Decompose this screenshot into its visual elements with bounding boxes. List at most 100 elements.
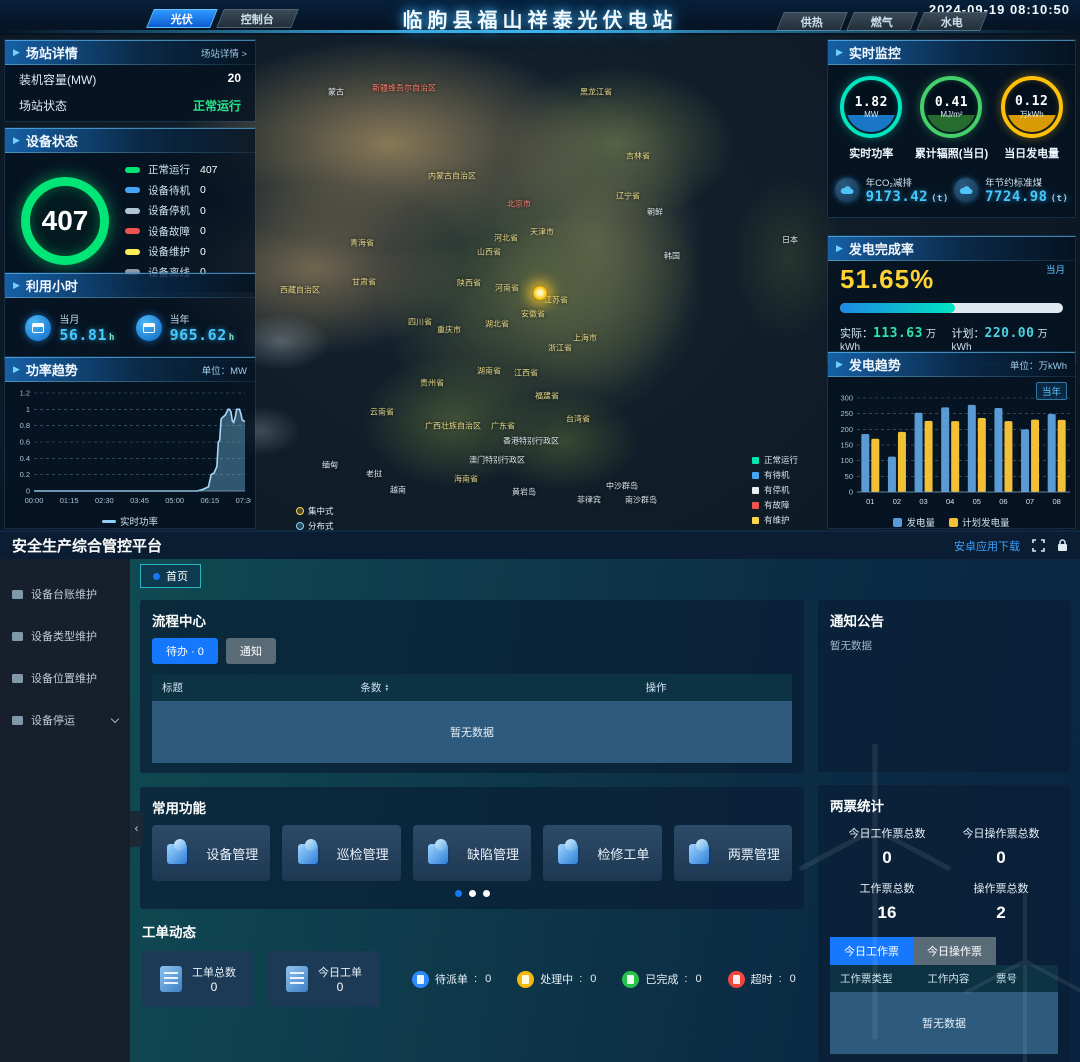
tab-home[interactable]: 首页 <box>140 564 201 588</box>
device-icon <box>12 674 23 683</box>
tab-photovoltaic[interactable]: 光伏 <box>146 9 218 28</box>
map-legend-item: 有待机 <box>752 469 798 481</box>
tab-gas[interactable]: 燃气 <box>846 12 918 31</box>
toggle-centralized[interactable]: 集中式 <box>296 505 334 517</box>
map-label: 北京市 <box>507 199 531 210</box>
map-label: 福建省 <box>535 391 559 402</box>
solar-dashboard: 蒙古新疆维吾尔自治区黑龙江省吉林省辽宁省内蒙古自治区北京市天津市河北省山西省青海… <box>0 0 1080 530</box>
map-label: 上海市 <box>573 333 597 344</box>
power-trend-panel: ▶功率趋势 单位：MW 00.20.40.60.811.200:0001:150… <box>5 357 255 528</box>
period-chip[interactable]: 当年 <box>1036 382 1067 400</box>
two-ticket-stats-card: 两票统计 今日工作票总数 今日操作票总数 0 0 工作票总数 操作票总数 16 … <box>818 785 1070 1062</box>
legend-item: 设备故障0 <box>125 224 245 239</box>
distributed-icon <box>296 522 304 530</box>
device-total-ring: 407 <box>21 177 109 265</box>
legend-item: 正常运行407 <box>125 162 245 177</box>
generation-trend-chart: 0501001502002503000102030405060708 <box>830 392 1074 508</box>
page-title: 临朐县福山祥泰光伏电站 <box>403 4 678 33</box>
process-center-card: 流程中心 待办 · 0 通知 标题 条数▲▼ 操作 暂无数据 <box>140 600 804 773</box>
station-status-row: 场站状态正常运行 <box>5 95 255 121</box>
svg-text:07:30: 07:30 <box>236 496 251 505</box>
svg-text:0.8: 0.8 <box>20 421 30 430</box>
gauge-realtime-power: 1.82MW 实时功率 <box>840 76 902 161</box>
platform-title: 安全生产综合管控平台 <box>12 535 162 556</box>
gauge-daily-generation: 0.12万kWh 当日发电量 <box>1001 76 1063 161</box>
svg-text:100: 100 <box>840 456 853 465</box>
notice-empty-state: 暂无数据 <box>830 638 1058 653</box>
legend-realtime-power[interactable]: 实时功率 <box>102 514 158 528</box>
coal-saving-stat: 年节约标准煤 7724.98(t) <box>954 175 1068 205</box>
completion-rate-panel: ▶发电完成率 当月 51.65% 实际：113.63 万kWh 计划：220.0… <box>828 236 1075 363</box>
process-table-header: 标题 条数▲▼ 操作 <box>152 674 792 701</box>
year-hours: 当年 965.62h <box>136 311 235 344</box>
map-label: 江西省 <box>514 368 538 379</box>
map-label: 韩国 <box>664 251 680 262</box>
sidebar-item-device-type[interactable]: 设备类型维护 <box>0 615 130 657</box>
period-chip[interactable]: 当月 <box>1046 262 1065 276</box>
cloud-icon <box>835 178 859 202</box>
notice-card: 通知公告 暂无数据 <box>818 600 1070 772</box>
status-pending-dispatch: 待派单:0 <box>412 971 491 988</box>
map-status-legend: 正常运行 有待机 有停机 有故障 有维护 有离线 <box>752 454 798 530</box>
map-label: 云南省 <box>370 407 394 418</box>
map-label: 辽宁省 <box>616 191 640 202</box>
carousel-dot[interactable] <box>455 890 462 897</box>
svg-text:0: 0 <box>26 487 30 496</box>
sidebar-item-device-outage[interactable]: 设备停运 <box>0 699 130 741</box>
svg-text:06: 06 <box>999 497 1007 506</box>
carousel-dot[interactable] <box>469 890 476 897</box>
carousel-dot[interactable] <box>483 890 490 897</box>
svg-text:07: 07 <box>1026 497 1034 506</box>
tab-heating[interactable]: 供热 <box>776 12 848 31</box>
svg-text:0.2: 0.2 <box>20 470 30 479</box>
main-right-column: 通知公告 暂无数据 两票统计 今日工作票总数 今日操作票总数 0 0 工作票总数 <box>818 600 1070 1062</box>
tab-hydro[interactable]: 水电 <box>916 12 988 31</box>
map-label: 朝鲜 <box>647 207 663 218</box>
todo-tab-button[interactable]: 待办 · 0 <box>152 638 218 664</box>
sidebar-item-device-ledger[interactable]: 设备台账维护 <box>0 573 130 615</box>
map-label: 甘肃省 <box>352 277 376 288</box>
completion-percent: 51.65% <box>840 264 1063 295</box>
map-label: 缅甸 <box>322 460 338 471</box>
workorder-total-card[interactable]: 工单总数0 <box>142 951 254 1007</box>
svg-text:0.6: 0.6 <box>20 438 30 447</box>
svg-text:05:00: 05:00 <box>165 496 184 505</box>
workorder-today-card[interactable]: 今日工单0 <box>268 951 380 1007</box>
panel-arrow-icon: ▶ <box>836 359 843 370</box>
generation-trend-panel: ▶发电趋势 单位：万kWh 当年 05010015020025030001020… <box>828 352 1075 528</box>
function-repair-workorder[interactable]: 检修工单 <box>543 825 661 881</box>
svg-text:02: 02 <box>893 497 901 506</box>
station-marker-icon[interactable] <box>532 285 548 301</box>
gauge-irradiance: 0.41MJ/m² 累计辐照(当日) <box>915 76 988 161</box>
tab-today-work-tickets[interactable]: 今日工作票 <box>830 937 913 965</box>
map-label: 山西省 <box>477 247 501 258</box>
common-functions-card: 常用功能 设备管理 巡检管理 缺陷管理 检修工单 两票管理 <box>140 787 804 909</box>
tab-console[interactable]: 控制台 <box>216 9 299 28</box>
map-label: 安徽省 <box>521 309 545 320</box>
count-sort-header[interactable]: 条数▲▼ <box>360 680 645 695</box>
function-ticket-management[interactable]: 两票管理 <box>674 825 792 881</box>
station-detail-link[interactable]: 场站详情 > <box>201 46 247 60</box>
svg-text:150: 150 <box>840 441 853 450</box>
legend-plan-generation[interactable]: 计划发电量 <box>949 515 1010 529</box>
notice-tab-button[interactable]: 通知 <box>226 638 276 664</box>
sidebar-collapse-handle[interactable]: ‹ <box>130 811 143 847</box>
panel-arrow-icon: ▶ <box>13 280 20 291</box>
android-download-link[interactable]: 安卓应用下载 <box>954 538 1020 554</box>
lock-icon[interactable] <box>1057 539 1068 552</box>
fullscreen-icon[interactable] <box>1032 539 1045 552</box>
function-defect-management[interactable]: 缺陷管理 <box>413 825 531 881</box>
legend-generation[interactable]: 发电量 <box>893 515 935 529</box>
device-icon <box>12 716 23 725</box>
map-label: 湖南省 <box>477 366 501 377</box>
function-inspection-management[interactable]: 巡检管理 <box>282 825 400 881</box>
sidebar-item-device-location[interactable]: 设备位置维护 <box>0 657 130 699</box>
screen: 蒙古新疆维吾尔自治区黑龙江省吉林省辽宁省内蒙古自治区北京市天津市河北省山西省青海… <box>0 0 1080 1062</box>
toggle-distributed[interactable]: 分布式 <box>296 520 334 530</box>
function-device-management[interactable]: 设备管理 <box>152 825 270 881</box>
map-label: 老挝 <box>366 469 382 480</box>
tab-today-op-tickets[interactable]: 今日操作票 <box>913 937 996 965</box>
panel-arrow-icon: ▶ <box>13 47 20 58</box>
station-detail-panel: ▶场站详情 场站详情 > 装机容量(MW)20 场站状态正常运行 <box>5 40 255 121</box>
panel-arrow-icon: ▶ <box>836 243 843 254</box>
